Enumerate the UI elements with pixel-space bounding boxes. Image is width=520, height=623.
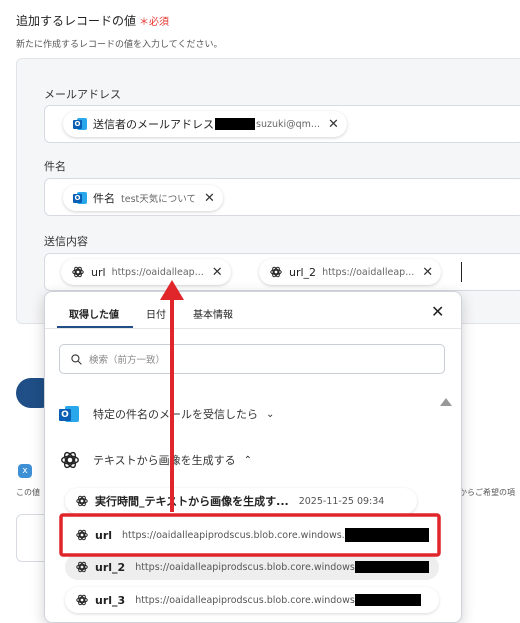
annotation-overlay xyxy=(59,280,441,557)
annotation-arrowhead xyxy=(160,280,184,300)
annotation-highlight-box xyxy=(59,513,441,557)
